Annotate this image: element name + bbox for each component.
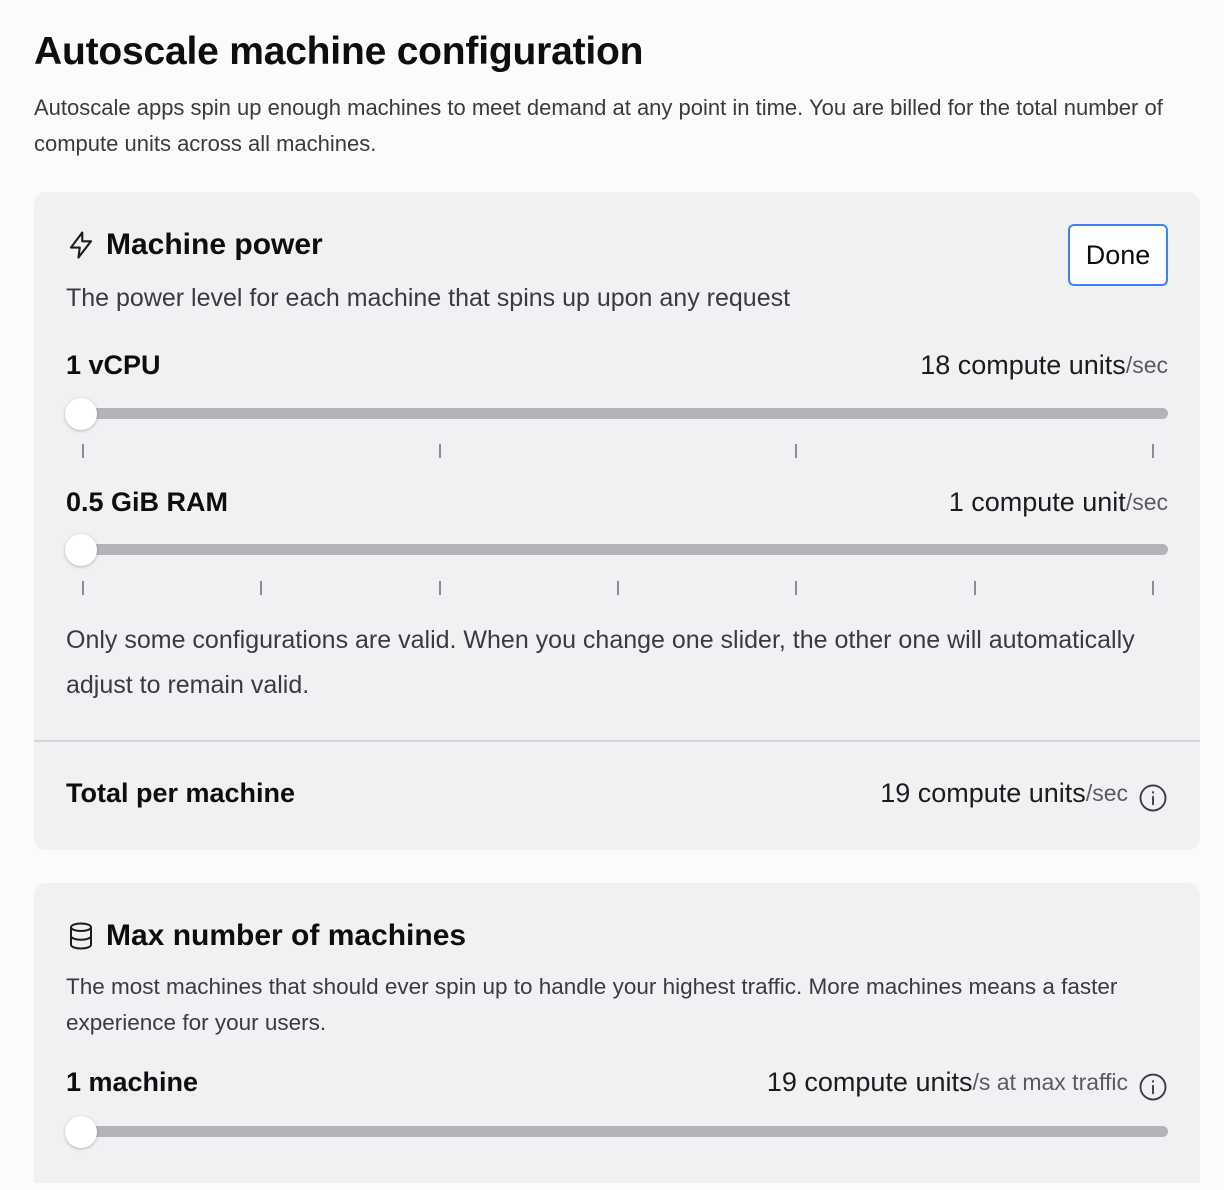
cpu-tick: [1152, 444, 1154, 458]
cpu-slider-thumb[interactable]: [65, 398, 97, 430]
cpu-tick: [438, 444, 441, 458]
lightning-icon: [69, 231, 93, 259]
divider: [34, 740, 1200, 742]
ram-slider-thumb[interactable]: [65, 534, 97, 566]
page-description: Autoscale apps spin up enough machines t…: [34, 95, 1163, 156]
machines-slider[interactable]: [65, 1116, 1168, 1148]
cpu-label: 1 vCPU: [66, 350, 161, 380]
cpu-tick: [82, 444, 84, 458]
ram-label: 0.5 GiB RAM: [66, 487, 229, 517]
ram-slider-ticks: [82, 581, 1154, 595]
machines-unit: /s at max traffic: [972, 1069, 1128, 1095]
ram-tick: [260, 581, 263, 595]
cpu-compute-value: 18 compute units/sec: [920, 350, 1168, 381]
ram-slider[interactable]: [65, 534, 1168, 566]
machines-slider-track[interactable]: [66, 1126, 1168, 1137]
cpu-slider-track[interactable]: [66, 408, 1168, 419]
machine-power-card: Machine power Done The power level for e…: [34, 192, 1200, 850]
ram-tick: [438, 581, 441, 595]
info-icon[interactable]: [1138, 783, 1168, 813]
machine-power-subtitle: The power level for each machine that sp…: [66, 284, 791, 312]
ram-tick: [973, 581, 976, 595]
ram-tick: [617, 581, 619, 595]
ram-tick: [82, 581, 84, 595]
cpu-slider[interactable]: [65, 398, 1168, 430]
max-machines-title: Max number of machines: [106, 919, 467, 952]
machines-label: 1 machine: [66, 1067, 199, 1097]
cpu-slider-ticks: [82, 444, 1154, 458]
machine-power-header: Machine power: [66, 228, 323, 262]
total-value: 19 compute units/sec: [880, 778, 1168, 811]
machines-units: 19 compute units: [766, 1067, 973, 1097]
machines-slider-thumb[interactable]: [65, 1116, 97, 1148]
machines-row: 1 machine 19 compute units/s at max traf…: [66, 1067, 1168, 1100]
total-units: 19 compute units: [880, 778, 1086, 808]
ram-compute-value: 1 compute unit/sec: [949, 487, 1168, 518]
max-machines-header: Max number of machines: [66, 919, 466, 953]
machines-compute-value: 19 compute units/s at max traffic: [766, 1067, 1168, 1100]
machine-power-title: Machine power: [106, 228, 323, 261]
page-title: Autoscale machine configuration: [34, 30, 644, 73]
cpu-row: 1 vCPU 18 compute units/sec: [66, 350, 1168, 381]
ram-row: 0.5 GiB RAM 1 compute unit/sec: [66, 487, 1168, 518]
cpu-unit: /sec: [1125, 352, 1168, 378]
info-icon[interactable]: [1138, 1072, 1168, 1102]
total-unit: /sec: [1085, 780, 1128, 806]
ram-tick: [795, 581, 798, 595]
cpu-tick: [795, 444, 798, 458]
ram-units: 1 compute unit: [948, 487, 1126, 517]
database-icon: [70, 922, 92, 950]
configuration-note: Only some configurations are valid. When…: [66, 626, 1135, 699]
done-button[interactable]: Done: [1068, 224, 1168, 286]
max-machines-subtitle: The most machines that should ever spin …: [66, 974, 1118, 1035]
total-label: Total per machine: [66, 778, 296, 808]
ram-tick: [1152, 581, 1154, 595]
ram-unit: /sec: [1125, 489, 1168, 515]
ram-slider-track[interactable]: [66, 544, 1168, 555]
total-row: Total per machine 19 compute units/sec: [66, 778, 1168, 811]
max-machines-card: Max number of machines The most machines…: [34, 883, 1200, 1183]
cpu-units: 18 compute units: [920, 350, 1126, 380]
